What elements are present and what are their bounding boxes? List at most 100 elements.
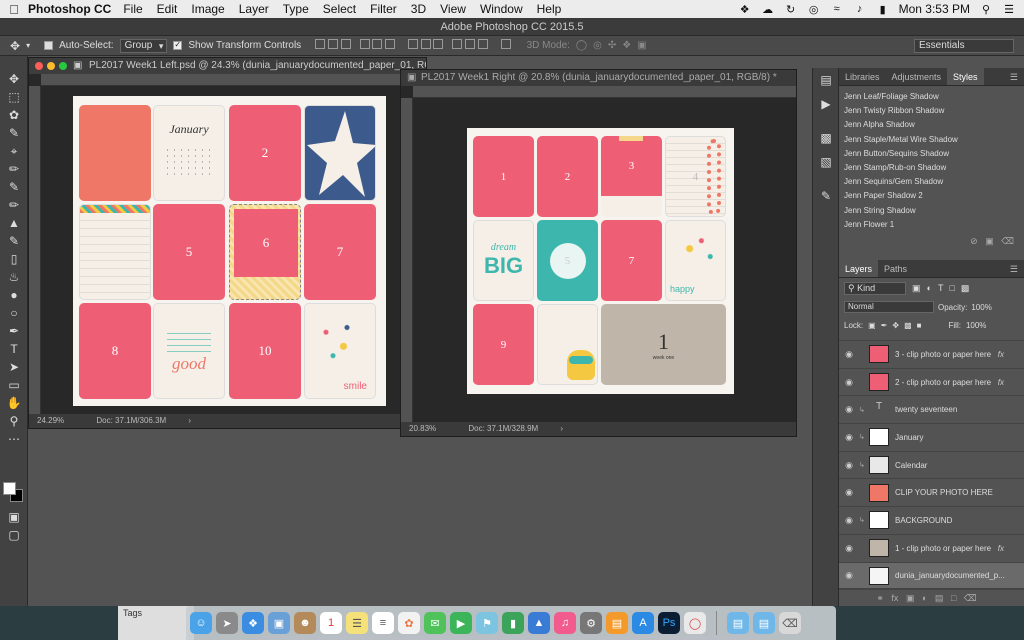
cloud-icon[interactable]: ☁ xyxy=(761,4,775,16)
chrome-icon[interactable]: ◯ xyxy=(684,612,706,634)
panel-menu-icon[interactable]: ☰ xyxy=(1010,68,1018,85)
layer-thumbnail[interactable] xyxy=(869,483,889,502)
smile-card[interactable]: smile xyxy=(304,303,376,399)
quick-mask-icon[interactable]: ▣ xyxy=(0,508,28,526)
photo-card-3[interactable]: 3 xyxy=(601,136,662,217)
tab-paths[interactable]: Paths xyxy=(878,260,913,277)
menu-layer[interactable]: Layer xyxy=(239,2,269,16)
week-one-card[interactable]: 1 week one xyxy=(601,304,726,385)
vertical-ruler[interactable] xyxy=(401,98,413,422)
3d-orbit-icon[interactable]: ◯ xyxy=(576,40,587,51)
dropbox-icon[interactable]: ❖ xyxy=(738,4,752,16)
align-left-icon[interactable] xyxy=(359,39,370,49)
quick-select-tool-icon[interactable]: ✎ xyxy=(0,124,28,142)
layer-name[interactable]: January xyxy=(895,433,923,442)
lasso-tool-icon[interactable]: ✿ xyxy=(0,106,28,124)
lock-transparent-icon[interactable]: ▣ xyxy=(868,321,876,330)
launchpad-icon[interactable]: ➤ xyxy=(216,612,238,634)
photo-card-7[interactable]: 7 xyxy=(601,220,662,301)
more-tools-icon[interactable]: ⋯ xyxy=(0,430,28,448)
document-window-left[interactable]: ▣ PL2017 Week1 Left.psd @ 24.3% (dunia_j… xyxy=(28,57,427,429)
info-panel-icon[interactable]: ▧ xyxy=(813,150,839,174)
minimize-window-icon[interactable] xyxy=(47,62,55,70)
layer-name[interactable]: twenty seventeen xyxy=(895,405,957,414)
lock-all-icon[interactable]: ■ xyxy=(917,321,922,330)
menu-type[interactable]: Type xyxy=(283,2,309,16)
shape-tool-icon[interactable]: ▭ xyxy=(0,376,28,394)
layer-effects-icon[interactable]: fx xyxy=(998,350,1004,359)
owl-card[interactable] xyxy=(537,304,598,385)
ibooks-icon[interactable]: ▤ xyxy=(606,612,628,634)
creative-cloud-icon[interactable]: ◎ xyxy=(807,4,821,16)
panel-menu-icon[interactable]: ☰ xyxy=(1010,260,1018,277)
filter-shape-icon[interactable]: □ xyxy=(949,283,954,293)
style-item[interactable]: Jenn Twisty Ribbon Shadow xyxy=(839,104,1024,118)
visibility-eye-icon[interactable]: ◉ xyxy=(839,377,859,388)
filter-kind-dropdown[interactable]: ⚲ Kind xyxy=(844,281,906,295)
star-card-4[interactable] xyxy=(304,105,376,201)
photo-card-1[interactable] xyxy=(79,105,151,201)
photo-card-1[interactable]: 1 xyxy=(473,136,534,217)
photo-card-6[interactable]: 6 xyxy=(229,204,301,300)
filter-pixel-icon[interactable]: ▣ xyxy=(912,283,921,294)
layer-row[interactable]: ◉ ↳ January xyxy=(839,424,1024,452)
zoom-level-left[interactable]: 24.29% xyxy=(37,416,64,425)
reminders-icon[interactable]: ≡ xyxy=(372,612,394,634)
canvas-right[interactable]: 1 2 3 4 dream BIG 5 7 happy 9 1 week one xyxy=(467,128,734,394)
photo-card-2[interactable]: 2 xyxy=(537,136,598,217)
photo-card-5[interactable]: 5 xyxy=(537,220,598,301)
itunes-icon[interactable]: ♫ xyxy=(554,612,576,634)
spotlight-icon[interactable]: ⚲ xyxy=(979,4,993,16)
layer-thumbnail[interactable] xyxy=(869,511,889,530)
document-window-right[interactable]: ▣ PL2017 Week1 Right @ 20.8% (dunia_janu… xyxy=(400,69,797,437)
menu-view[interactable]: View xyxy=(440,2,466,16)
messages-icon[interactable]: ✉ xyxy=(424,612,446,634)
layer-row[interactable]: ◉ CLIP YOUR PHOTO HERE xyxy=(839,479,1024,508)
layer-row[interactable]: ◉ 1 - clip photo or paper here fx xyxy=(839,535,1024,563)
3d-scale-icon[interactable]: ▣ xyxy=(637,40,646,51)
photo-card-10[interactable]: 10 xyxy=(229,303,301,399)
menu-select[interactable]: Select xyxy=(323,2,356,16)
brush-tool-icon[interactable]: ✏ xyxy=(0,196,28,214)
visibility-eye-icon[interactable]: ◉ xyxy=(839,460,859,471)
volume-icon[interactable]: ♪ xyxy=(853,3,867,15)
crop-tool-icon[interactable]: ⌖ xyxy=(0,142,28,160)
style-item[interactable]: Jenn Leaf/Foliage Shadow xyxy=(839,90,1024,104)
layer-name[interactable]: 3 - clip photo or paper here xyxy=(895,350,991,359)
healing-brush-icon[interactable]: ✎ xyxy=(0,178,28,196)
path-select-icon[interactable]: ➤ xyxy=(0,358,28,376)
lock-position-icon[interactable]: ✥ xyxy=(892,321,899,330)
journal-card-lined[interactable] xyxy=(79,204,151,300)
new-layer-icon[interactable]: □ xyxy=(951,593,956,603)
align-vcenter-icon[interactable] xyxy=(327,39,338,49)
visibility-eye-icon[interactable]: ◉ xyxy=(839,404,859,415)
preview-icon[interactable]: ▣ xyxy=(268,612,290,634)
layer-name[interactable]: 2 - clip photo or paper here xyxy=(895,378,991,387)
layer-row[interactable]: ◉ 3 - clip photo or paper here fx xyxy=(839,341,1024,369)
layer-thumbnail[interactable] xyxy=(869,373,889,392)
menu-help[interactable]: Help xyxy=(537,2,562,16)
distribute-hcenter-icon[interactable] xyxy=(465,39,475,49)
layer-row[interactable]: ◉ ↳ BACKGROUND xyxy=(839,507,1024,535)
facetime-icon[interactable]: ▶ xyxy=(450,612,472,634)
style-item[interactable]: Jenn Staple/Metal Wire Shadow xyxy=(839,133,1024,147)
journal-card-4[interactable]: 4 xyxy=(665,136,726,217)
layer-row[interactable]: ◉ ↳ Ttwenty seventeen xyxy=(839,396,1024,425)
visibility-eye-icon[interactable]: ◉ xyxy=(839,432,859,443)
3d-slide-icon[interactable]: ❖ xyxy=(622,40,631,51)
status-arrow-icon[interactable]: › xyxy=(188,416,191,425)
tab-layers[interactable]: Layers xyxy=(839,260,879,277)
filter-adjustment-icon[interactable]: ◐ xyxy=(927,283,932,293)
adjustment-layer-icon[interactable]: ◐ xyxy=(922,593,927,603)
horizontal-ruler[interactable] xyxy=(413,86,796,98)
3d-roll-icon[interactable]: ◎ xyxy=(593,40,602,51)
pen-tool-icon[interactable]: ✒ xyxy=(0,322,28,340)
hand-tool-icon[interactable]: ✋ xyxy=(0,394,28,412)
align-hcenter-icon[interactable] xyxy=(372,39,383,49)
apple-menu-icon[interactable]:  xyxy=(0,2,28,17)
app-store-icon[interactable]: A xyxy=(632,612,654,634)
trash-icon[interactable]: ⌫ xyxy=(964,593,977,603)
eraser-tool-icon[interactable]: ▯ xyxy=(0,250,28,268)
layer-thumbnail[interactable] xyxy=(869,456,889,475)
blur-tool-icon[interactable]: ● xyxy=(0,286,28,304)
